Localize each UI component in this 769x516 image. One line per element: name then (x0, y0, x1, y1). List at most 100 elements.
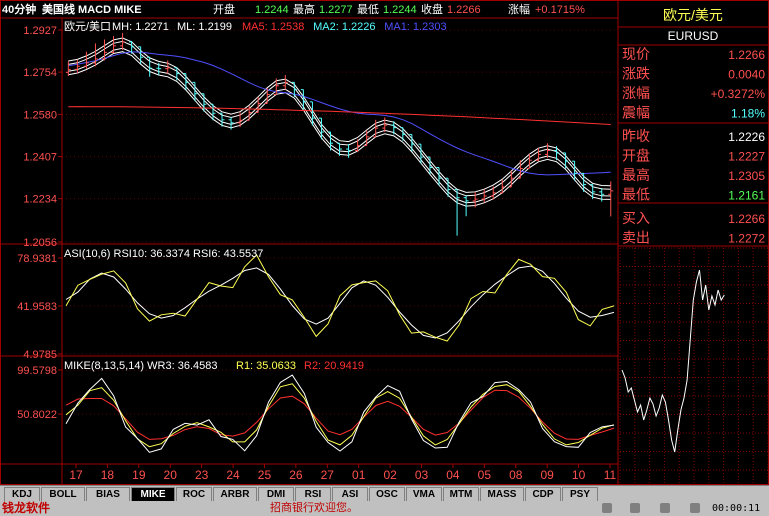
header-field-label: 最高 (293, 2, 315, 16)
x-tick-label: 25 (258, 468, 272, 482)
x-tick-label: 26 (289, 468, 303, 482)
x-axis: 17 18 19 20 23 24 25 26 27 01 02 03 04 05 08 09 10 11 (69, 464, 617, 482)
tab-arbr[interactable]: ARBR (213, 487, 257, 501)
x-tick-label: 04 (446, 468, 460, 482)
stock-chart[interactable]: 1.2927 1.2754 1.2580 1.2407 1.2234 1.2056 78.… (0, 0, 769, 485)
candle[interactable] (328, 131, 334, 151)
tab-dmi[interactable]: DMI (258, 487, 294, 501)
quote-row: 现价 1.2266 (622, 46, 765, 62)
news-icon[interactable] (690, 503, 700, 513)
x-tick-label: 27 (321, 468, 335, 482)
quote-symbol: EURUSD (668, 29, 719, 43)
price-panel[interactable]: 1.2927 1.2754 1.2580 1.2407 1.2234 1.2056 (23, 25, 618, 249)
quote-row-label: 震幅 (622, 105, 650, 121)
x-tick-label: 02 (383, 468, 397, 482)
quote-row: 卖出 1.2272 (622, 230, 765, 246)
x-tick-label: 18 (101, 468, 115, 482)
quote-row-label: 卖出 (622, 230, 650, 246)
quote-row-value: 0.0040 (728, 68, 765, 82)
quote-row-value: 1.2227 (728, 150, 765, 164)
mike-legend-r1: R1: 35.0633 (236, 360, 296, 372)
status-bar: 钱龙软件 招商银行欢迎您。 00:00:11 (0, 501, 769, 516)
chart-frames (0, 0, 769, 485)
x-tick-label: 24 (226, 468, 240, 482)
brand-label: 钱龙软件 (2, 501, 51, 515)
quote-row-label: 现价 (622, 46, 650, 62)
header-field-value: 1.2244 (383, 4, 417, 16)
asi-panel[interactable]: 78.9381 41.9583 4.9785 (17, 253, 618, 361)
quote-row-value: +0.3272% (711, 87, 766, 101)
quote-row-value: 1.2266 (728, 212, 765, 226)
quote-row: 开盘 1.2227 (622, 148, 765, 164)
quote-title: 欧元/美元 (663, 7, 723, 23)
tab-asi[interactable]: ASI (332, 487, 368, 501)
mail-icon[interactable] (602, 503, 612, 513)
news-ticker[interactable]: 招商银行欢迎您。 (270, 501, 358, 516)
mini-intraday-chart[interactable]: 08:0016:0000:00 (619, 247, 769, 485)
quote-row-value: 1.2226 (728, 130, 765, 144)
x-tick-label: 08 (509, 468, 523, 482)
main-legend-item: MH: 1.2271 (112, 21, 169, 33)
main-legend-item: MA1: 1.2303 (384, 21, 446, 33)
quote-row: 震幅 1.18% (622, 105, 765, 121)
candle[interactable] (400, 127, 406, 141)
candle[interactable] (346, 144, 352, 158)
r1-line (65, 383, 615, 448)
quote-row: 买入 1.2266 (622, 210, 765, 226)
tab-psy[interactable]: PSY (562, 487, 598, 501)
tab-rsi[interactable]: RSI (295, 487, 331, 501)
quote-row: 昨收 1.2226 (622, 128, 765, 144)
tab-boll[interactable]: BOLL (41, 487, 85, 501)
candle[interactable] (454, 188, 460, 236)
tab-cdp[interactable]: CDP (525, 487, 561, 501)
price-tick-label: 1.2580 (23, 109, 57, 121)
x-tick-label: 11 (604, 468, 617, 482)
candle[interactable] (92, 43, 98, 67)
quote-row: 最低 1.2161 (622, 187, 765, 203)
x-tick-label: 17 (69, 468, 83, 482)
price-tick-label: 1.2234 (23, 194, 57, 206)
tab-osc[interactable]: OSC (369, 487, 405, 501)
mike-tick-label: 50.8022 (17, 409, 57, 421)
quote-row: 最高 1.2305 (622, 167, 765, 183)
price-tick-label: 1.2754 (23, 67, 57, 79)
candle[interactable] (581, 172, 587, 192)
x-tick-label: 01 (352, 468, 366, 482)
period-label: 40分钟 (2, 2, 36, 16)
header-field-value: 1.2277 (319, 4, 353, 16)
tab-roc[interactable]: ROC (176, 487, 212, 501)
quote-row-label: 最低 (622, 187, 650, 203)
quote-row-label: 涨幅 (622, 85, 650, 101)
quote-row-label: 涨跌 (622, 66, 650, 82)
price-tick-label: 1.2407 (23, 152, 57, 164)
mike-legend: MIKE(8,13,5,14) WR3: 36.4583 (64, 360, 217, 372)
header-field-value: 1.2266 (447, 4, 481, 16)
candle[interactable] (544, 143, 550, 158)
header-field-label: 最低 (357, 3, 379, 16)
quote-row: 涨跌 0.0040 (622, 66, 765, 82)
x-tick-label: 05 (478, 468, 492, 482)
x-tick-label: 09 (540, 468, 554, 482)
tab-mass[interactable]: MASS (480, 487, 524, 501)
rsi6-line (65, 254, 615, 342)
quote-row-label: 昨收 (622, 128, 650, 144)
intraday-line (621, 269, 725, 453)
tab-kdj[interactable]: KDJ (4, 487, 40, 501)
x-tick-label: 23 (195, 468, 209, 482)
calculator-icon[interactable] (660, 503, 670, 513)
tab-bias[interactable]: BIAS (86, 487, 130, 501)
tab-mtm[interactable]: MTM (443, 487, 479, 501)
candle[interactable] (517, 160, 523, 179)
header-field-label: 开盘 (213, 2, 235, 16)
tab-vma[interactable]: VMA (406, 487, 442, 501)
header-field-value: 1.2244 (255, 4, 289, 16)
x-tick-label: 03 (415, 468, 429, 482)
candle[interactable] (563, 152, 569, 169)
alert-icon[interactable] (630, 503, 640, 513)
header-field-label: 收盘 (421, 2, 443, 16)
mike-panel[interactable]: 99.5798 50.8022 (17, 365, 618, 453)
tab-mike[interactable]: MIKE (131, 487, 175, 501)
candle[interactable] (382, 117, 388, 132)
quote-row-value: 1.2272 (728, 232, 765, 246)
asi-tick-label: 78.9381 (17, 253, 57, 265)
